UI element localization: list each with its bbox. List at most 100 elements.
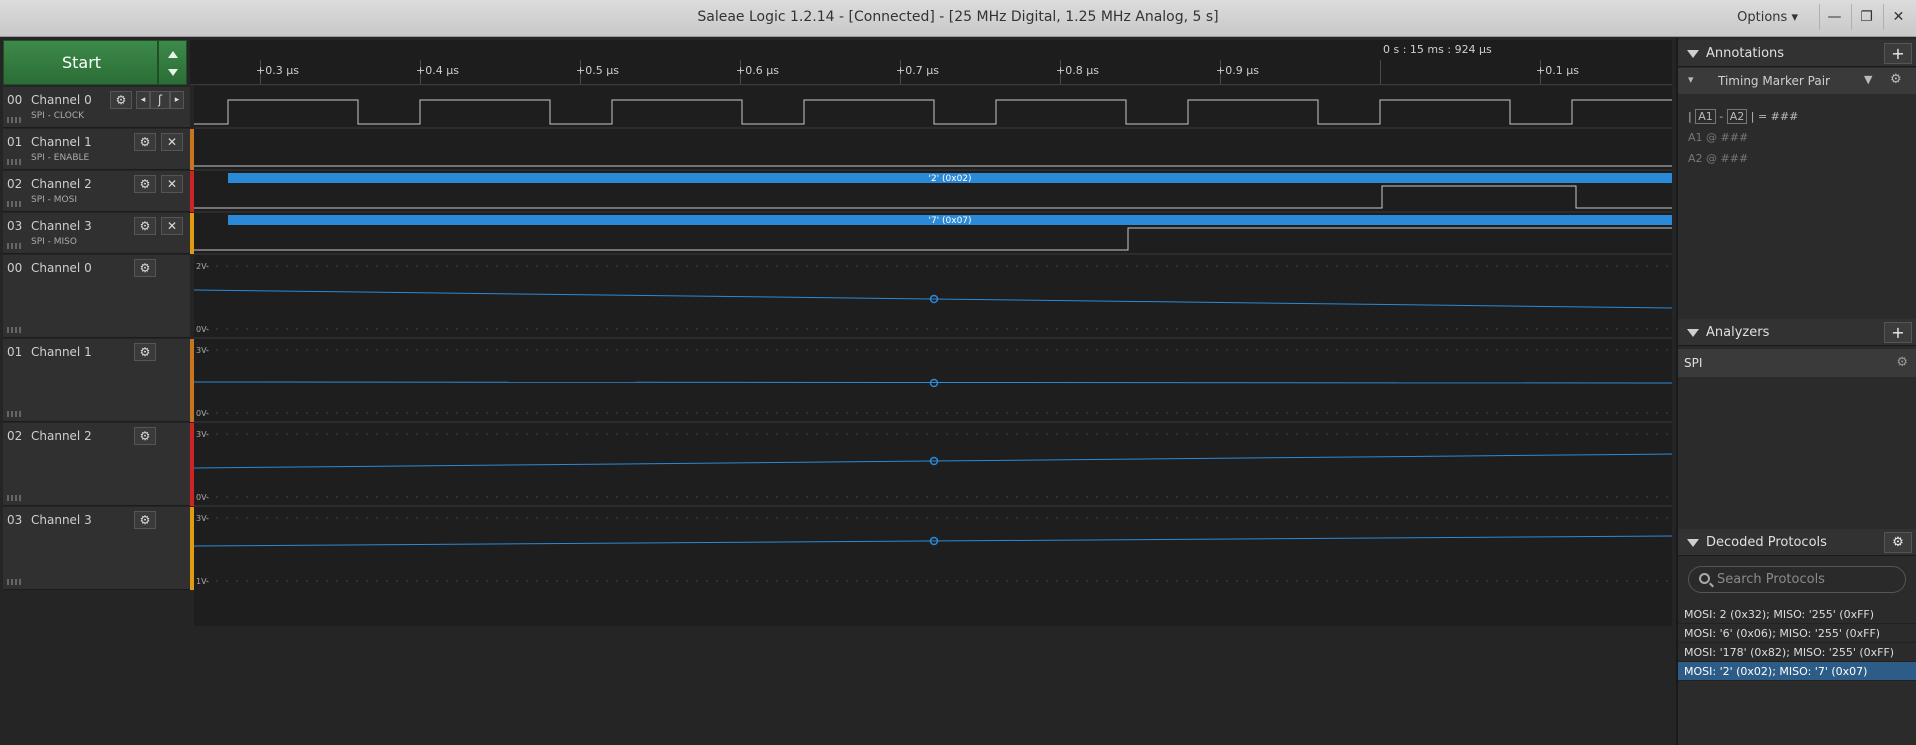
close-icon[interactable]: ✕ [161,133,183,151]
next-edge-icon[interactable]: ▸ [170,91,184,109]
collapse-triangle-icon[interactable] [1687,329,1699,337]
timeline-timestamp: 0 s : 15 ms : 924 µs [1383,43,1492,56]
analog-1-bottom-label: 0V- [196,409,209,418]
marker-a1-row: A1 @ ### [1688,131,1748,144]
channel-row-digital-3[interactable]: 03 Channel 3 SPI - MISO ⚙ ✕ [3,213,190,254]
mosi-decode-text: '2' (0x02) [928,174,971,184]
analyzer-item-spi[interactable]: SPI ⚙ [1678,349,1916,377]
analyzers-header[interactable]: Analyzers + [1678,319,1916,346]
close-button[interactable]: ✕ [1883,4,1913,30]
list-item[interactable]: MOSI: '6' (0x06); MISO: '255' (0xFF) [1678,624,1916,643]
channel-number: 00 [7,93,23,107]
drag-handle-icon[interactable] [7,579,21,585]
start-label: Start [61,53,102,72]
timing-marker-pair[interactable]: ▾ Timing Marker Pair ▼ ⚙ [1678,68,1916,94]
title-bar: Saleae Logic 1.2.14 - [Connected] - [25 … [0,0,1916,37]
channel-name[interactable]: Channel 3 [31,513,92,527]
edge-trigger-icon[interactable]: ʃ [150,91,170,109]
search-protocols-input[interactable] [1717,570,1897,589]
a1-badge[interactable]: A1 [1695,109,1716,124]
channel-name[interactable]: Channel 3 [31,219,92,233]
collapse-triangle-icon[interactable] [1687,50,1699,58]
channel-number: 02 [7,429,23,443]
gear-icon[interactable]: ⚙ [1890,72,1902,87]
analyzer-label: SPI [1684,356,1703,370]
analog-3-bottom-label: 1V- [196,577,209,586]
channel-number: 00 [7,261,23,275]
gear-icon[interactable]: ⚙ [134,427,156,445]
channel-name[interactable]: Channel 0 [31,93,92,107]
close-icon[interactable]: ✕ [161,175,183,193]
drag-handle-icon[interactable] [7,201,21,207]
prev-edge-icon[interactable]: ◂ [136,91,150,109]
annotations-header[interactable]: Annotations + [1678,40,1916,67]
channel-name[interactable]: Channel 0 [31,261,92,275]
gear-icon[interactable]: ⚙ [134,511,156,529]
drag-handle-icon[interactable] [7,495,21,501]
channel-row-analog-1[interactable]: 01 Channel 1 ⚙ [3,339,190,422]
decoded-protocols-header[interactable]: Decoded Protocols ⚙ [1678,529,1916,556]
a2-badge[interactable]: A2 [1726,109,1748,124]
drag-handle-icon[interactable] [7,411,21,417]
decoded-protocols-settings-button[interactable]: ⚙ [1884,532,1912,553]
gear-icon[interactable]: ⚙ [110,91,132,109]
channel-row-analog-2[interactable]: 02 Channel 2 ⚙ [3,423,190,506]
drag-handle-icon[interactable] [7,243,21,249]
list-item[interactable]: MOSI: '178' (0x82); MISO: '255' (0xFF) [1678,643,1916,662]
timeline-ruler[interactable]: 0 s : 15 ms : 924 µs +0.3 µs +0.4 µs +0.… [190,40,1672,85]
channel-number: 03 [7,219,23,233]
search-icon [1699,573,1710,584]
gear-icon[interactable]: ⚙ [134,259,156,277]
window-title: Saleae Logic 1.2.14 - [Connected] - [25 … [697,9,1219,25]
decoded-protocols-list: MOSI: 2 (0x32); MISO: '255' (0xFF) MOSI:… [1678,605,1916,681]
tick-label: +0.4 µs [416,64,459,77]
channel-analyzer-label: SPI - MOSI [31,195,77,205]
channel-name[interactable]: Channel 2 [31,429,92,443]
minimize-button[interactable]: — [1819,4,1849,30]
tick-label: +0.7 µs [896,64,939,77]
timing-marker-pair-label: Timing Marker Pair [1718,74,1830,88]
a1-value: ### [1720,131,1749,144]
add-annotation-button[interactable]: + [1884,43,1912,64]
channel-row-digital-2[interactable]: 02 Channel 2 SPI - MOSI ⚙ ✕ [3,171,190,212]
channel-row-digital-0[interactable]: 00 Channel 0 SPI - CLOCK ⚙ ◂ ʃ ▸ [3,87,190,128]
analog-2-bottom-label: 0V- [196,493,209,502]
list-item[interactable]: MOSI: 2 (0x32); MISO: '255' (0xFF) [1678,605,1916,624]
channel-name[interactable]: Channel 1 [31,345,92,359]
gear-icon[interactable]: ⚙ [134,133,156,151]
dropdown-triangle-icon[interactable]: ▼ [1864,73,1872,86]
a1-label: A1 [1688,131,1703,144]
dash-separator: - [1719,110,1724,123]
channel-analyzer-label: SPI - MISO [31,237,77,247]
waveform-pane: Start 0 s : 15 ms : 924 µs +0.3 µs +0.4 … [0,38,1676,745]
gear-icon[interactable]: ⚙ [134,343,156,361]
drag-handle-icon[interactable] [7,117,21,123]
gear-icon[interactable]: ⚙ [134,217,156,235]
tick-label: +0.6 µs [736,64,779,77]
channel-row-analog-0[interactable]: 00 Channel 0 ⚙ [3,255,190,338]
channel-row-analog-3[interactable]: 03 Channel 3 ⚙ [3,507,190,590]
channel-row-digital-1[interactable]: 01 Channel 1 SPI - ENABLE ⚙ ✕ [3,129,190,170]
channel-name[interactable]: Channel 2 [31,177,92,191]
close-icon[interactable]: ✕ [161,217,183,235]
decoded-protocols-title: Decoded Protocols [1706,535,1827,550]
gear-icon[interactable]: ⚙ [134,175,156,193]
gear-icon[interactable]: ⚙ [1896,355,1908,370]
add-analyzer-button[interactable]: + [1884,322,1912,343]
channel-number: 02 [7,177,23,191]
at-symbol: @ [1706,152,1718,165]
restore-button[interactable]: ❐ [1851,4,1881,30]
drag-handle-icon[interactable] [7,327,21,333]
list-item-selected[interactable]: MOSI: '2' (0x02); MISO: '7' (0x07) [1678,662,1916,681]
channel-name[interactable]: Channel 1 [31,135,92,149]
drag-handle-icon[interactable] [7,159,21,165]
capture-options-button[interactable] [158,40,187,85]
start-button[interactable]: Start [3,40,158,85]
collapse-triangle-icon[interactable] [1687,539,1699,547]
options-menu[interactable]: Options ▾ [1737,0,1798,35]
waveform-display[interactable]: '2' (0x02) '7' (0x07) 2V- 0V- 3V- 0V- 3V… [194,86,1672,626]
search-protocols-box[interactable] [1688,566,1906,593]
analog-0-bottom-label: 0V- [196,325,209,334]
tick-label: +0.5 µs [576,64,619,77]
analog-2-top-label: 3V- [196,430,209,439]
